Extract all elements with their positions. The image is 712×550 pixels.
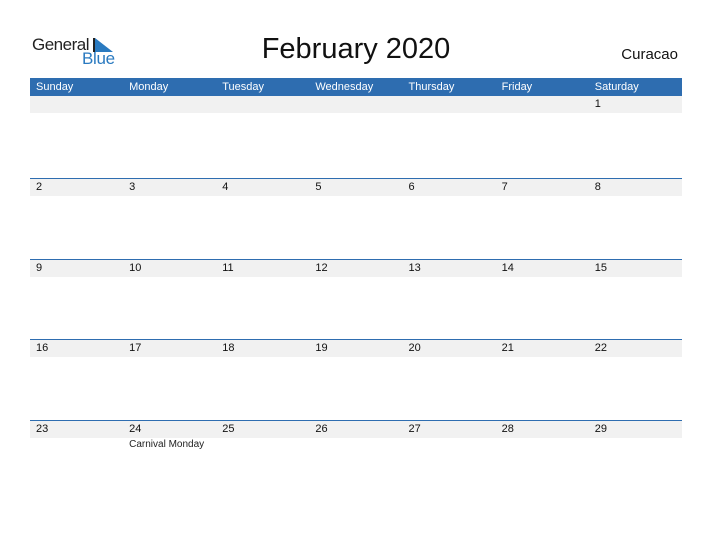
day-cell: 4 [216, 179, 309, 196]
day-number: 19 [315, 342, 328, 354]
day-number: 7 [501, 181, 508, 193]
day-cell: 28 [496, 421, 589, 438]
day-cell: 21 [496, 340, 589, 357]
day-cell: 1 [589, 96, 682, 113]
day-cell: 20 [403, 340, 496, 357]
day-cell: 17 [123, 340, 216, 357]
weekday-tuesday: Tuesday [222, 81, 265, 93]
day-number: 10 [129, 262, 142, 274]
day-number: 9 [36, 262, 43, 274]
weekday-friday: Friday [501, 81, 533, 93]
day-number: 28 [501, 423, 514, 435]
day-cell: 13 [403, 260, 496, 277]
day-number: 1 [594, 98, 601, 110]
day-number: 11 [222, 262, 234, 274]
day-number: 18 [222, 342, 235, 354]
day-cell: 23 [30, 421, 123, 438]
day-cell [216, 96, 309, 113]
day-cell: 6 [403, 179, 496, 196]
date-strip: 2 3 4 5 6 7 8 [30, 179, 682, 196]
calendar-title: February 2020 [261, 33, 451, 65]
day-cell: 2 [30, 179, 123, 196]
day-number: 24 [129, 423, 142, 435]
day-number: 29 [594, 423, 607, 435]
week-row: 1 [30, 96, 682, 177]
day-number: 3 [129, 181, 136, 193]
day-cell: 29 [589, 421, 682, 438]
day-number: 27 [408, 423, 421, 435]
date-strip: 23 24 25 26 27 28 29 [30, 421, 682, 438]
day-cell [309, 96, 402, 113]
day-cell: 22 [589, 340, 682, 357]
weekday-thursday: Thursday [408, 81, 455, 93]
day-cell: 16 [30, 340, 123, 357]
day-cell: 27 [403, 421, 496, 438]
day-cell: 8 [589, 179, 682, 196]
week-row: 9 10 11 12 13 14 15 [30, 259, 682, 341]
weekday-header: Sunday Monday Tuesday Wednesday Thursday… [30, 78, 682, 96]
day-cell [403, 96, 496, 113]
day-cell: 18 [216, 340, 309, 357]
day-cell [123, 96, 216, 113]
day-number: 20 [408, 342, 421, 354]
day-number: 15 [594, 262, 607, 274]
week-row: Carnival Monday 23 24 25 26 27 28 29 [30, 420, 682, 502]
day-number: 4 [222, 181, 229, 193]
date-strip: 16 17 18 19 20 21 22 [30, 340, 682, 357]
day-cell: 11 [216, 260, 309, 277]
date-strip: 9 10 11 12 13 14 15 [30, 260, 682, 277]
day-number: 21 [501, 342, 514, 354]
day-cell: 9 [30, 260, 123, 277]
day-cell [30, 96, 123, 113]
day-cell: 19 [309, 340, 402, 357]
day-cell [496, 96, 589, 113]
day-number: 16 [36, 342, 49, 354]
week-row: 2 3 4 5 6 7 8 [30, 178, 682, 260]
day-cell: 14 [496, 260, 589, 277]
day-cell: 15 [589, 260, 682, 277]
day-number: 25 [222, 423, 235, 435]
day-cell: 24 [123, 421, 216, 438]
week-row: 16 17 18 19 20 21 22 [30, 339, 682, 421]
day-cell: 10 [123, 260, 216, 277]
day-number: 6 [408, 181, 415, 193]
day-number: 8 [594, 181, 601, 193]
day-cell: 7 [496, 179, 589, 196]
country-name: Curacao [621, 46, 678, 63]
day-cell: 25 [216, 421, 309, 438]
day-cell: 26 [309, 421, 402, 438]
day-number: 23 [36, 423, 49, 435]
day-cell: 3 [123, 179, 216, 196]
day-number: 17 [129, 342, 142, 354]
day-number: 13 [408, 262, 421, 274]
day-number: 5 [315, 181, 322, 193]
day-cell: 5 [309, 179, 402, 196]
day-number: 2 [36, 181, 43, 193]
day-number: 26 [315, 423, 328, 435]
weekday-saturday: Saturday [594, 81, 639, 93]
day-cell: 12 [309, 260, 402, 277]
weekday-wednesday: Wednesday [315, 81, 374, 93]
date-strip: 1 [30, 96, 682, 113]
holiday-label: Carnival Monday [129, 439, 205, 450]
day-number: 12 [315, 262, 328, 274]
weekday-sunday: Sunday [36, 81, 74, 93]
day-number: 22 [594, 342, 607, 354]
day-number: 14 [501, 262, 514, 274]
weekday-monday: Monday [129, 81, 169, 93]
